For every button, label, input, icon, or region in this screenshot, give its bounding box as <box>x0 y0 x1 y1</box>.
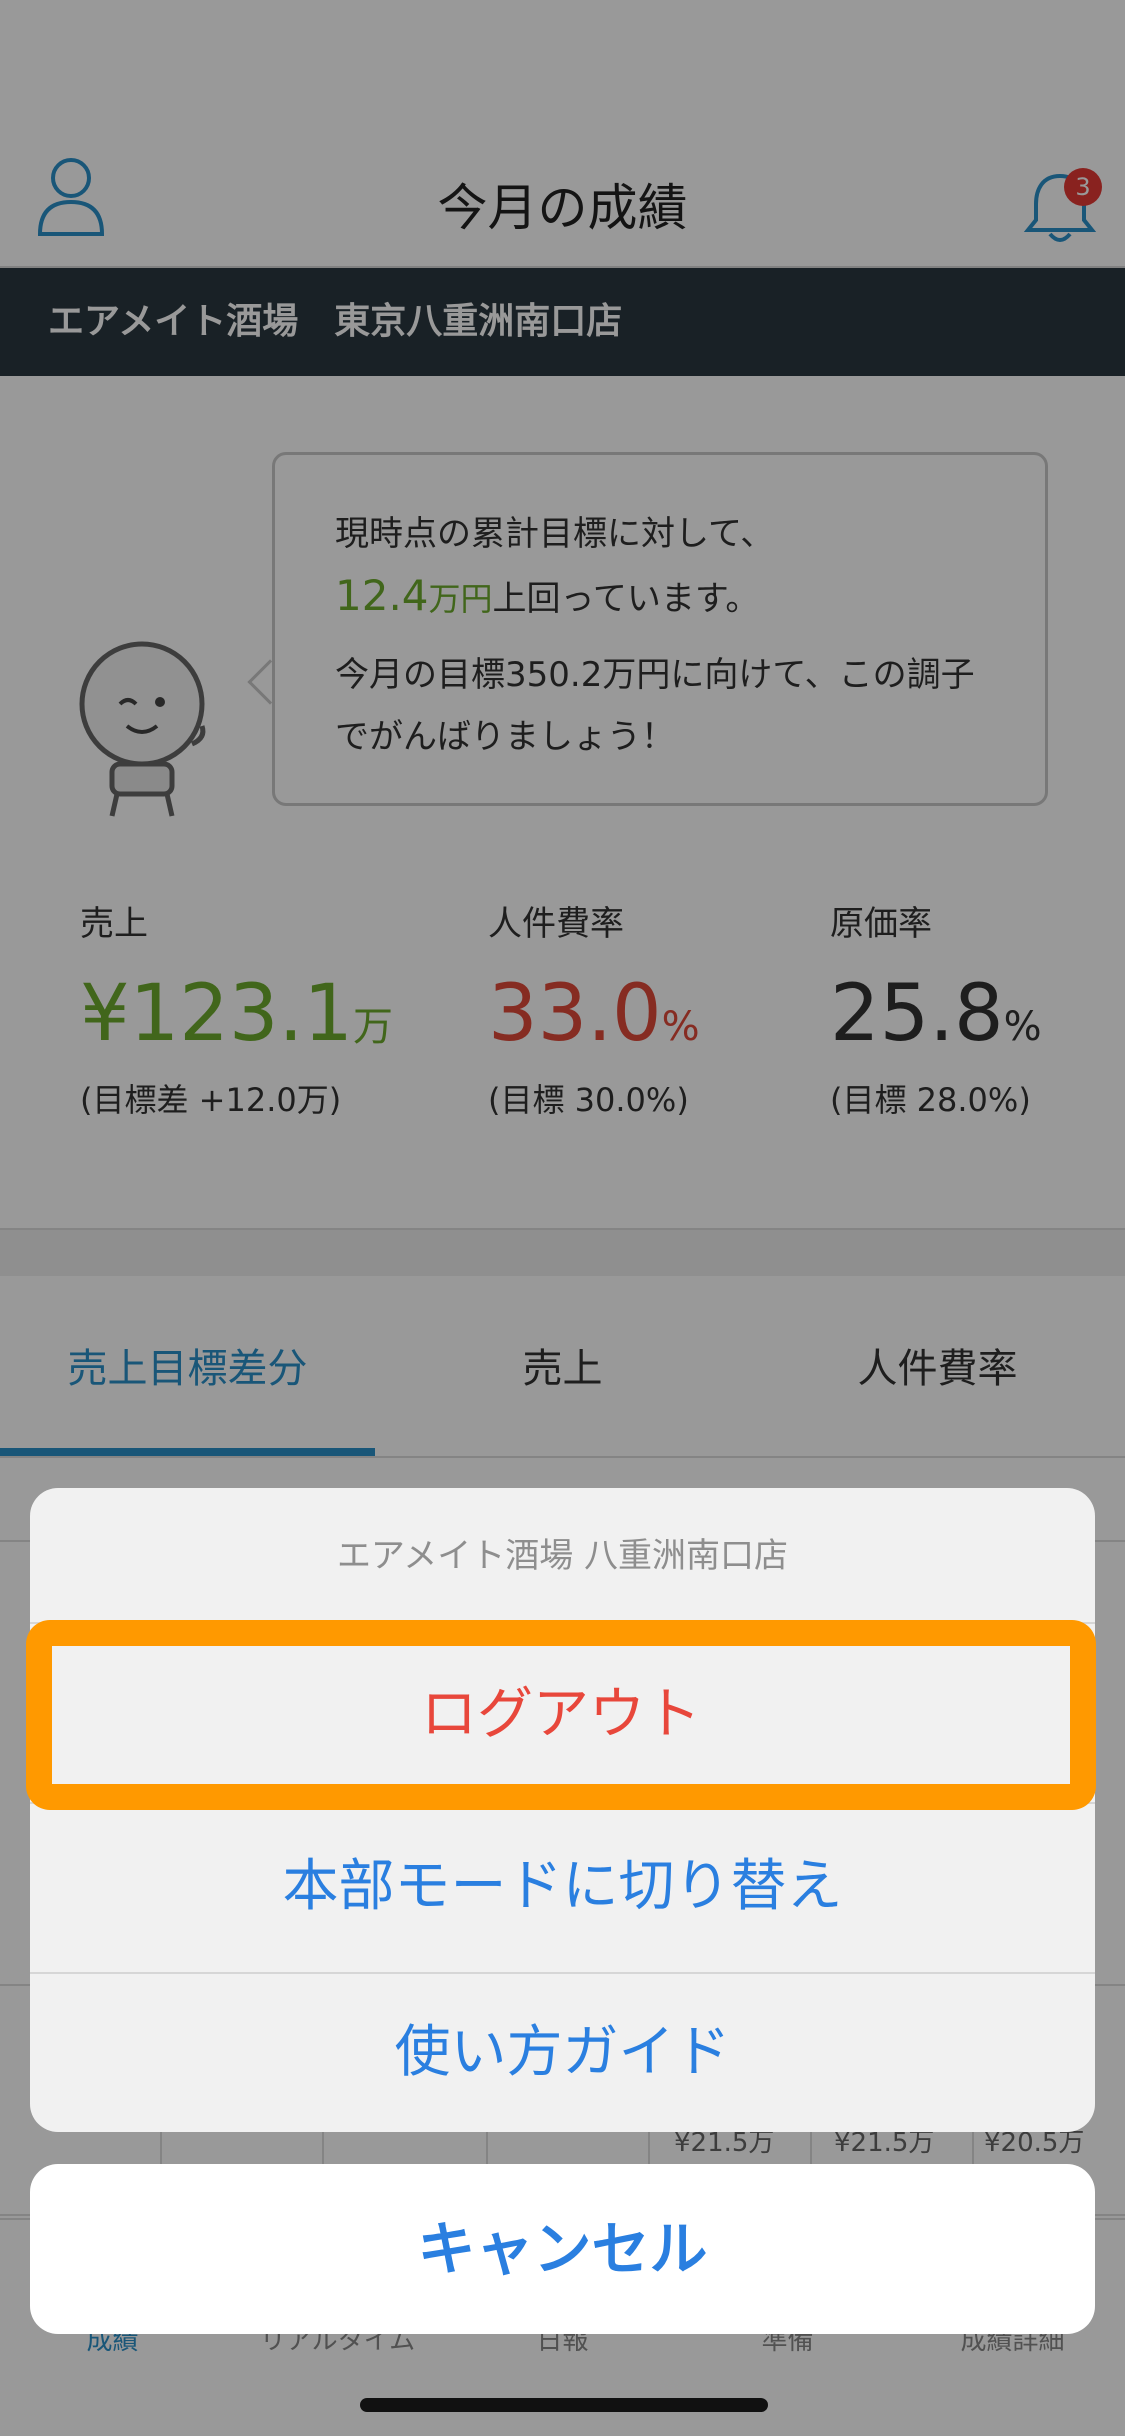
action-sheet-title: エアメイト酒場 八重洲南口店 <box>30 1488 1095 1624</box>
action-sheet: エアメイト酒場 八重洲南口店 本部モードに切り替え 使い方ガイド <box>30 1488 1095 2132</box>
usage-guide-button[interactable]: 使い方ガイド <box>30 1974 1095 2132</box>
cancel-button[interactable]: キャンセル <box>30 2164 1095 2334</box>
home-indicator <box>360 2398 768 2412</box>
logout-button[interactable]: ログアウト <box>26 1620 1096 1810</box>
switch-to-hq-mode-button[interactable]: 本部モードに切り替え <box>30 1802 1095 1972</box>
